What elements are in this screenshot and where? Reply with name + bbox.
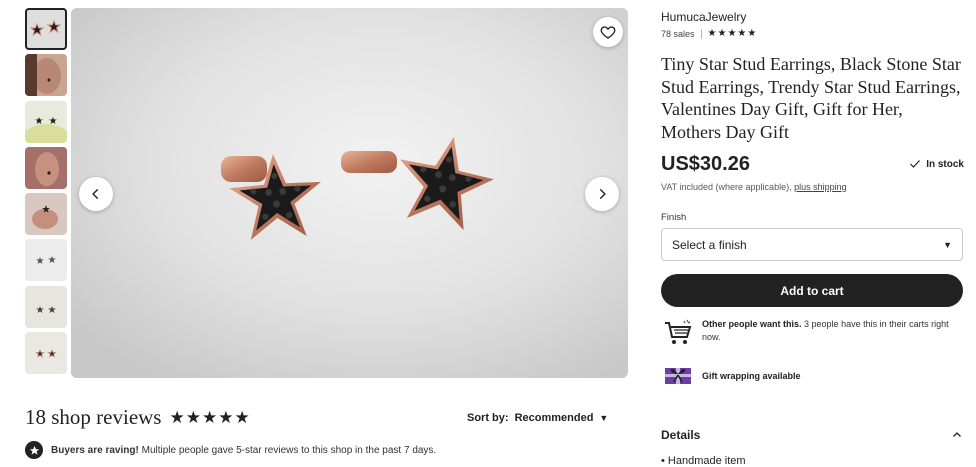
finish-label: Finish — [661, 212, 687, 223]
details-accordion[interactable]: Details — [661, 428, 963, 442]
gift-wrap-notice: Gift wrapping available — [661, 361, 961, 391]
sort-label: Sort by: — [467, 412, 509, 424]
shipping-link[interactable]: plus shipping — [794, 182, 847, 192]
product-photo — [71, 8, 628, 378]
raving-bold: Buyers are raving! — [51, 444, 139, 456]
chevron-up-icon — [953, 432, 961, 437]
shop-sales-row: 78 sales ★★★★★ — [661, 28, 757, 39]
main-product-image — [71, 8, 628, 378]
thumbnail-8[interactable] — [25, 332, 67, 375]
thumbnail-6[interactable] — [25, 239, 67, 282]
shop-rating-stars: ★★★★★ — [707, 28, 758, 39]
thumbnail-3[interactable] — [25, 100, 67, 143]
gift-wrap-label: Gift wrapping available — [702, 370, 801, 381]
divider — [700, 28, 702, 39]
shop-name-link[interactable]: HumucaJewelry — [661, 10, 746, 24]
listing-title: Tiny Star Stud Earrings, Black Stone Sta… — [661, 54, 961, 142]
thumbnail-strip[interactable] — [25, 8, 68, 378]
star-badge-icon — [25, 441, 43, 459]
details-item: • Handmade item — [661, 455, 746, 467]
add-to-cart-button[interactable]: Add to cart — [661, 274, 963, 307]
caret-down-icon: ▼ — [599, 413, 609, 423]
reviews-title: 18 shop reviews — [25, 405, 162, 429]
raving-text: Multiple people gave 5-star reviews to t… — [141, 444, 437, 456]
gift-icon — [661, 361, 694, 391]
finish-select-value: Select a finish — [672, 237, 747, 252]
sales-count: 78 sales — [661, 28, 695, 39]
thumbnail-2[interactable] — [25, 54, 67, 97]
thumbnail-4[interactable] — [25, 146, 67, 189]
stock-label: In stock — [926, 158, 964, 170]
thumbnail-5[interactable] — [25, 193, 67, 236]
chevron-right-icon — [599, 188, 606, 200]
reviews-heading: 18 shop reviews ★★★★★ — [25, 405, 251, 430]
sort-value: Recommended — [514, 412, 594, 424]
reviews-stars: ★★★★★ — [169, 407, 251, 428]
chevron-left-icon — [92, 188, 99, 200]
demand-notice: Other people want this. 3 people have th… — [661, 318, 961, 348]
cart-icon — [661, 318, 694, 348]
favorite-button[interactable] — [593, 17, 623, 47]
checkmark-icon — [910, 160, 921, 168]
vat-note: VAT included (where applicable), plus sh… — [661, 182, 847, 192]
previous-image-button[interactable] — [79, 177, 113, 211]
caret-down-icon: ▼ — [943, 239, 952, 250]
vat-text: VAT included (where applicable), — [661, 182, 792, 192]
finish-select[interactable]: Select a finish ▼ — [661, 228, 963, 261]
sort-dropdown[interactable]: Sort by: Recommended ▼ — [467, 412, 608, 424]
thumbnail-1[interactable] — [25, 8, 67, 50]
demand-bold: Other people want this. — [702, 319, 802, 329]
thumbnail-7[interactable] — [25, 285, 67, 328]
details-item-text: Handmade item — [667, 455, 746, 467]
details-label: Details — [661, 428, 701, 442]
stock-status: In stock — [909, 158, 964, 170]
buyers-raving-notice: Buyers are raving! Multiple people gave … — [25, 441, 436, 459]
price: US$30.26 — [661, 153, 750, 175]
heart-icon — [600, 26, 616, 39]
next-image-button[interactable] — [585, 177, 619, 211]
